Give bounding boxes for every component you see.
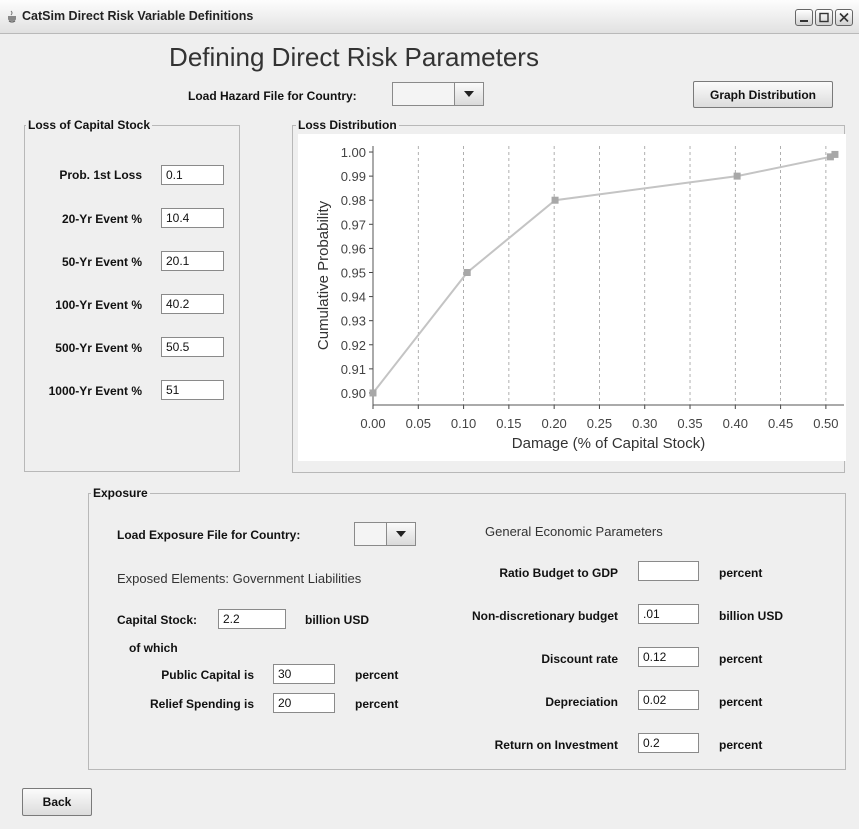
chevron-down-icon (464, 91, 474, 97)
y-tick-label: 0.99 (341, 169, 366, 184)
relief-spending-label: Relief Spending is (149, 697, 254, 711)
y-tick-label: 0.94 (341, 290, 366, 305)
capital-stock-unit: billion USD (305, 613, 369, 627)
100yr-event-label: 100-Yr Event % (55, 298, 142, 312)
y-tick-label: 0.92 (341, 338, 366, 353)
ratio-budget-input[interactable] (638, 561, 699, 581)
y-tick-label: 0.97 (341, 217, 366, 232)
x-tick-label: 0.10 (451, 416, 476, 431)
of-which-label: of which (129, 641, 178, 655)
return-on-investment-label: Return on Investment (494, 738, 618, 752)
y-tick-label: 0.93 (341, 314, 366, 329)
loss-distribution-chart: 0.00 0.05 0.10 0.15 0.20 0.25 0.30 0.35 0.40 0.45… (315, 145, 844, 452)
data-point (733, 172, 741, 180)
nondiscretionary-budget-label: Non-discretionary budget (471, 609, 618, 623)
capital-stock-label: Capital Stock: (117, 613, 198, 627)
y-tick-label: 1.00 (341, 145, 366, 160)
x-tick-label: 0.50 (813, 416, 838, 431)
y-tick-label: 0.98 (341, 193, 366, 208)
relief-spending-unit: percent (355, 697, 399, 711)
return-on-investment-input[interactable] (638, 733, 699, 753)
50yr-event-input[interactable] (161, 251, 224, 271)
load-exposure-label: Load Exposure File for Country: (117, 528, 301, 542)
exposed-elements-text: Exposed Elements: Government Liabilities (117, 571, 362, 586)
chevron-down-icon (396, 531, 406, 537)
return-on-investment-unit: percent (719, 738, 763, 752)
depreciation-label: Depreciation (545, 695, 618, 709)
series-line (372, 153, 836, 394)
relief-spending-input[interactable] (273, 693, 335, 713)
y-tick-label: 0.96 (341, 241, 366, 256)
20yr-event-label: 20-Yr Event % (61, 212, 142, 226)
data-point (463, 268, 471, 276)
public-capital-input[interactable] (273, 664, 335, 684)
data-point (831, 150, 839, 158)
depreciation-unit: percent (719, 695, 763, 709)
nondiscretionary-budget-unit: billion USD (719, 609, 783, 623)
capital-stock-input[interactable] (218, 609, 286, 629)
exposure-country-select[interactable] (354, 522, 416, 546)
y-tick-label: 0.95 (341, 265, 366, 280)
500yr-event-label: 500-Yr Event % (55, 341, 142, 355)
prob-first-loss-input[interactable] (161, 165, 224, 185)
maximize-icon (819, 12, 829, 23)
y-axis-label: Cumulative Probability (315, 200, 332, 350)
discount-rate-label: Discount rate (541, 652, 618, 666)
exposure-legend: Exposure (91, 486, 150, 500)
data-point (369, 389, 377, 397)
x-tick-label: 0.20 (541, 416, 566, 431)
general-econ-title: General Economic Parameters (485, 524, 663, 539)
public-capital-label: Public Capital is (161, 668, 254, 682)
discount-rate-input[interactable] (638, 647, 699, 667)
loss-capital-legend: Loss of Capital Stock (26, 118, 153, 132)
y-tick-label: 0.91 (341, 362, 366, 377)
window-title: CatSim Direct Risk Variable Definitions (22, 9, 254, 23)
20yr-event-input[interactable] (161, 208, 224, 228)
x-tick-label: 0.45 (768, 416, 793, 431)
100yr-event-input[interactable] (161, 294, 224, 314)
1000yr-event-label: 1000-Yr Event % (48, 384, 142, 398)
hazard-country-select[interactable] (392, 82, 484, 106)
x-tick-label: 0.30 (632, 416, 657, 431)
minimize-icon (800, 20, 808, 22)
data-point (551, 196, 559, 204)
public-capital-unit: percent (355, 668, 399, 682)
close-icon (839, 12, 849, 23)
x-tick-label: 0.35 (677, 416, 702, 431)
hazard-dropdown-button[interactable] (454, 83, 483, 105)
java-app-icon (8, 10, 16, 23)
close-button[interactable] (835, 9, 853, 26)
exposure-dropdown-button[interactable] (386, 523, 415, 545)
page-title: Defining Direct Risk Parameters (169, 42, 539, 72)
ratio-budget-unit: percent (719, 566, 763, 580)
x-tick-label: 0.00 (360, 416, 385, 431)
50yr-event-label: 50-Yr Event % (61, 255, 142, 269)
loss-distribution-legend: Loss Distribution (296, 118, 399, 132)
discount-rate-unit: percent (719, 652, 763, 666)
x-tick-label: 0.05 (406, 416, 431, 431)
back-button[interactable]: Back (22, 788, 92, 816)
1000yr-event-input[interactable] (161, 380, 224, 400)
maximize-button[interactable] (815, 9, 833, 26)
y-tick-label: 0.90 (341, 386, 366, 401)
depreciation-input[interactable] (638, 690, 699, 710)
load-hazard-label: Load Hazard File for Country: (188, 89, 357, 103)
x-tick-label: 0.15 (496, 416, 521, 431)
x-tick-label: 0.25 (587, 416, 612, 431)
minimize-button[interactable] (795, 9, 813, 26)
ratio-budget-label: Ratio Budget to GDP (499, 566, 618, 580)
nondiscretionary-budget-input[interactable] (638, 604, 699, 624)
chart-panel: 0.00 0.05 0.10 0.15 0.20 0.25 0.30 0.35 0.40 0.45… (298, 134, 846, 461)
graph-distribution-button[interactable]: Graph Distribution (693, 81, 833, 108)
prob-first-loss-label: Prob. 1st Loss (59, 168, 142, 182)
x-axis-label: Damage (% of Capital Stock) (512, 435, 705, 452)
500yr-event-input[interactable] (161, 337, 224, 357)
x-tick-label: 0.40 (723, 416, 748, 431)
